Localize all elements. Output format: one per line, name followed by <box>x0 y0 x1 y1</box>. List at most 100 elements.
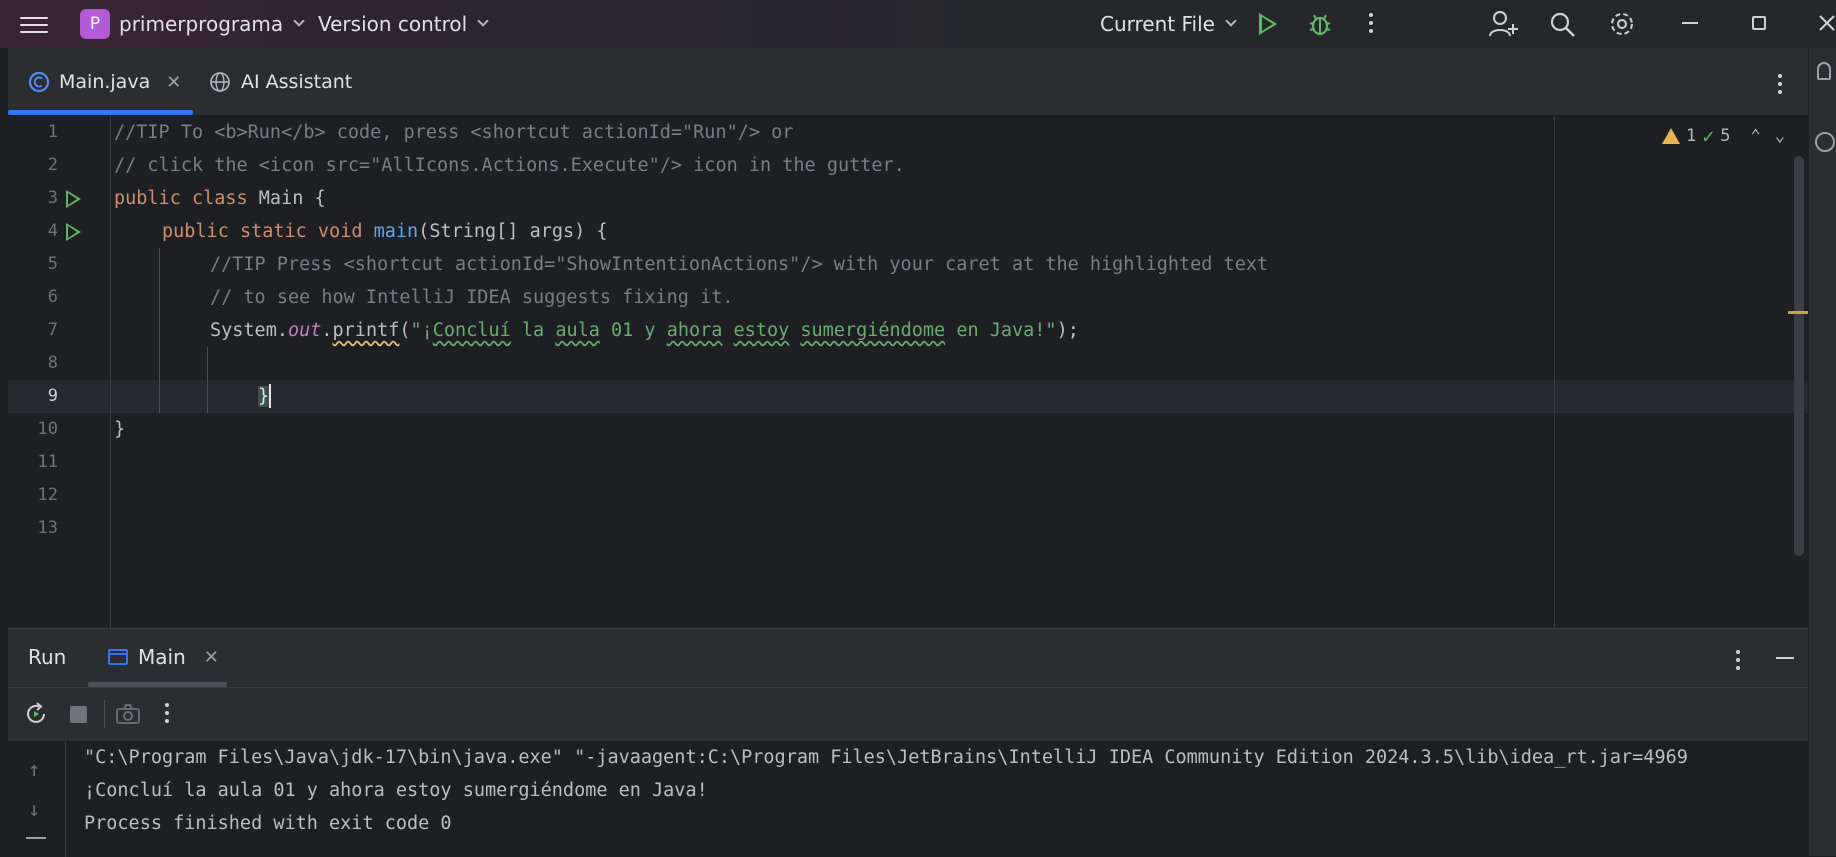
debug-icon[interactable] <box>1307 11 1333 37</box>
run-window-title: Run <box>28 645 67 669</box>
application-window-icon <box>108 649 128 665</box>
console-gutter: ↑ ↓ <box>8 741 66 857</box>
tab-ai-assistant[interactable]: AI Assistant <box>209 48 352 116</box>
right-tool-strip <box>1808 48 1836 856</box>
ok-count: 5 <box>1720 126 1731 146</box>
minimize-icon[interactable] <box>1682 22 1698 24</box>
static-field: out <box>287 320 322 341</box>
close-icon[interactable]: ✕ <box>166 72 181 93</box>
run-configuration-label: Current File <box>1100 12 1215 36</box>
string: en Java!" <box>945 320 1057 341</box>
paren: ); <box>1056 320 1079 341</box>
console-line: Process finished with exit code 0 <box>84 813 452 834</box>
code-line-10: } <box>114 419 126 440</box>
run-options-icon[interactable] <box>1736 650 1740 674</box>
console-line: "C:\Program Files\Java\jdk-17\bin\java.e… <box>84 747 1688 768</box>
run-tool-window: Run Main ✕ ↑ ↓ "C:\Program Files\Java\jd… <box>8 628 1808 857</box>
run-icon[interactable] <box>1259 13 1277 35</box>
gutter-run-icon[interactable] <box>66 190 81 208</box>
warning-icon <box>1662 128 1680 144</box>
string <box>789 320 800 341</box>
typo-word: Concluí <box>432 320 511 341</box>
code-line-4: public static void main(String[] args) { <box>162 215 608 248</box>
project-badge[interactable]: P <box>80 9 110 39</box>
line-number: 6 <box>47 287 58 307</box>
version-control-label: Version control <box>318 12 468 36</box>
code-line-7: System.out.printf("¡Concluí la aula 01 y… <box>210 314 1079 347</box>
typo-word: estoy <box>733 320 790 341</box>
ai-icon[interactable] <box>1815 132 1835 152</box>
project-name: primerprograma <box>119 12 284 36</box>
chevron-down-icon <box>293 15 305 27</box>
search-icon[interactable] <box>1549 11 1577 39</box>
paren: ( <box>399 320 411 341</box>
class-name: Main { <box>258 188 326 209</box>
line-number: 13 <box>37 518 58 538</box>
more-run-actions-icon[interactable] <box>165 703 169 727</box>
chevron-down-icon <box>1225 15 1237 27</box>
code-line-2: // click the <icon src="AllIcons.Actions… <box>114 155 905 176</box>
line-number: 4 <box>47 221 58 241</box>
stop-icon[interactable] <box>70 706 87 723</box>
params: (String[] args) { <box>418 221 608 242</box>
right-margin-guide <box>1554 116 1555 628</box>
tab-options-icon[interactable] <box>1778 74 1782 98</box>
more-actions-icon[interactable] <box>1369 13 1373 37</box>
soft-wrap-icon[interactable] <box>26 837 46 851</box>
restore-window-icon[interactable] <box>1752 16 1766 30</box>
keyword: public class <box>114 188 259 209</box>
add-user-icon[interactable] <box>1488 10 1518 38</box>
line-number: 3 <box>47 188 58 208</box>
line-number: 11 <box>37 452 58 472</box>
console-line: ¡Concluí la aula 01 y ahora estoy sumerg… <box>84 780 708 801</box>
version-control-menu[interactable]: Version control <box>318 0 489 48</box>
run-tab-label: Main <box>138 645 186 669</box>
title-bar: P primerprograma Version control Current… <box>0 0 1836 48</box>
matched-brace: } <box>258 386 270 407</box>
line-number: 10 <box>37 419 58 439</box>
editor-gutter: 1 2 3 4 5 6 7 8 9 10 11 12 13 <box>8 116 111 628</box>
hide-panel-icon[interactable] <box>1776 657 1794 659</box>
java-class-icon <box>28 71 50 93</box>
typo-word: ahora <box>666 320 723 341</box>
tab-label: Main.java <box>59 71 151 93</box>
line-number: 5 <box>47 254 58 274</box>
project-selector[interactable]: primerprograma <box>119 0 305 48</box>
tab-main-java[interactable]: Main.java ✕ <box>28 48 181 116</box>
toolbar-divider <box>104 700 105 728</box>
warning-count: 1 <box>1686 126 1697 146</box>
typo-word: aula <box>555 320 600 341</box>
arrow-down-icon[interactable]: ↓ <box>28 797 40 821</box>
tab-label: AI Assistant <box>241 71 353 93</box>
class-ref: System. <box>210 320 288 341</box>
active-tab-indicator <box>8 110 193 115</box>
run-tab-main[interactable]: Main ✕ <box>108 645 219 669</box>
warning-stripe-marker[interactable] <box>1788 311 1810 314</box>
string: "¡ <box>410 320 433 341</box>
chevron-up-icon[interactable]: ⌃ <box>1751 126 1761 146</box>
rerun-icon[interactable] <box>24 702 48 726</box>
settings-gear-icon[interactable] <box>1608 10 1636 38</box>
editor-scrollbar[interactable] <box>1794 156 1804 556</box>
check-icon: ✓ <box>1702 124 1715 148</box>
run-configuration-selector[interactable]: Current File <box>1100 0 1237 48</box>
chevron-down-icon <box>477 15 489 27</box>
text-caret <box>269 383 272 408</box>
close-window-icon[interactable] <box>1818 14 1836 32</box>
code-editor[interactable]: 1 2 3 4 5 6 7 8 9 10 11 12 13 //TIP To <… <box>8 116 1810 628</box>
line-number: 2 <box>47 155 58 175</box>
inspections-widget[interactable]: 1 ✓ 5 ⌃ ⌄ <box>1662 124 1785 148</box>
notifications-icon[interactable] <box>1817 62 1831 80</box>
gutter-run-icon[interactable] <box>66 223 81 241</box>
code-line-1: //TIP To <b>Run</b> code, press <shortcu… <box>114 122 794 143</box>
chevron-down-icon[interactable]: ⌄ <box>1775 126 1785 146</box>
code-line-6: // to see how IntelliJ IDEA suggests fix… <box>210 287 734 308</box>
arrow-up-icon[interactable]: ↑ <box>28 757 40 781</box>
camera-icon[interactable] <box>116 704 140 724</box>
current-line-highlight <box>8 380 1808 413</box>
run-toolbar <box>8 687 1808 741</box>
console-output[interactable]: ↑ ↓ "C:\Program Files\Java\jdk-17\bin\ja… <box>8 741 1808 857</box>
close-icon[interactable]: ✕ <box>204 647 219 668</box>
main-menu-icon[interactable] <box>20 12 48 36</box>
indent-guide <box>159 248 160 413</box>
